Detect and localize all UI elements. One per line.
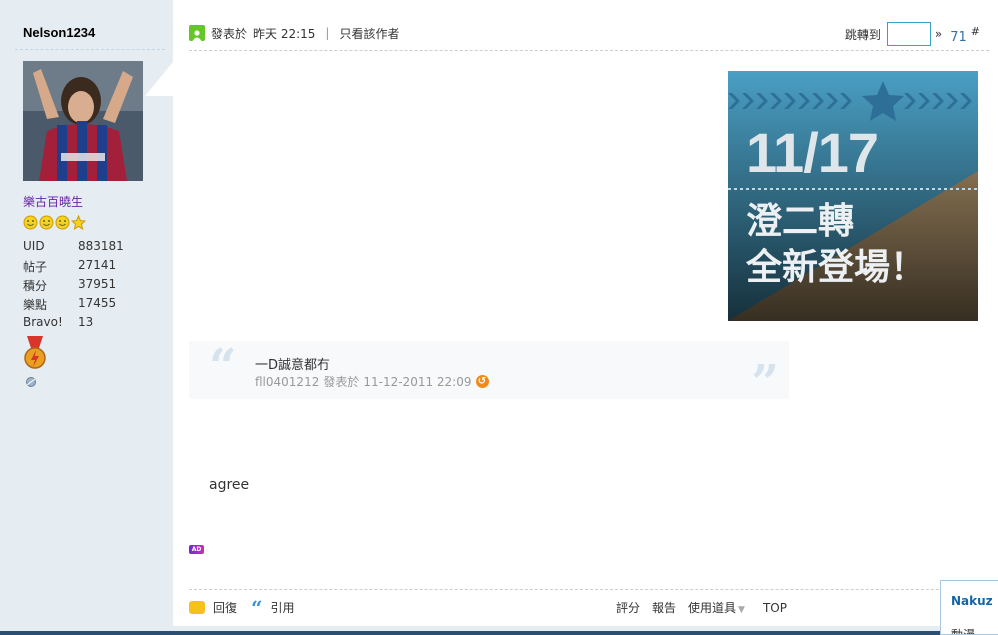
quote-time: 11-12-2011 22:09 (363, 374, 472, 389)
posted-time: 昨天 22:15 (253, 26, 316, 41)
chevron-down-icon: ▼ (738, 605, 745, 615)
globe-icon[interactable] (25, 376, 37, 388)
bottom-rule (0, 631, 998, 635)
quote-close-mark: ” (751, 355, 779, 411)
quote-button[interactable]: 引用 (271, 599, 295, 616)
reply-button[interactable]: 回復 (213, 599, 237, 616)
ad-badge[interactable]: AD (189, 545, 204, 554)
banner-line1: 澄二轉 (746, 201, 855, 242)
online-user-icon (189, 25, 205, 41)
stat-uid: UID 883181 (23, 239, 124, 253)
author-group[interactable]: 樂古百曉生 (23, 193, 83, 210)
stat-coins: 樂點 17455 (23, 296, 117, 312)
corner-widget[interactable]: Nakuz 動漫 (940, 580, 998, 635)
stat-posts: 帖子 27141 (23, 258, 117, 274)
quote-block: “ ” 一D誠意都冇 fll0401212 發表於 11-12-2011 22:… (189, 339, 789, 407)
stat-points: 積分 37951 (23, 277, 117, 293)
jump-input[interactable] (886, 22, 931, 46)
quote-icon[interactable]: “ (251, 598, 263, 618)
top-button[interactable]: TOP (763, 601, 787, 615)
header-divider (189, 50, 989, 51)
floor-hash: # (970, 24, 980, 38)
smiley-icon (55, 215, 70, 230)
corner-title[interactable]: Nakuz (951, 594, 993, 608)
jump-label: 跳轉到 (844, 27, 881, 42)
posted-prefix: 發表於 (211, 26, 248, 41)
post-actions-right: 評分 報告 使用道具 ▼ TOP (616, 599, 787, 616)
quote-author: fll0401212 (255, 374, 320, 389)
footer-divider (189, 589, 989, 590)
star-icon (71, 215, 86, 230)
report-button[interactable]: 報告 (652, 599, 676, 616)
tools-label[interactable]: 使用道具 (688, 601, 736, 615)
author-divider (15, 49, 165, 50)
avatar-pointer (145, 62, 173, 96)
quote-meta: fll0401212 發表於 11-12-2011 22:09 ↺ (255, 373, 489, 390)
reply-icon[interactable] (189, 601, 205, 614)
post-header: 發表於 昨天 22:15 | 只看該作者 (189, 22, 399, 44)
rank-stars (23, 215, 86, 230)
post-body: agree (209, 477, 250, 493)
banner-date: 11/17 (746, 121, 879, 184)
smiley-icon (39, 215, 54, 230)
avatar[interactable] (23, 61, 143, 181)
corner-subtitle: 動漫 (951, 628, 976, 635)
tools-menu[interactable]: 使用道具 ▼ (688, 599, 745, 616)
banner-ad[interactable]: 11/17 澄二轉 全新登場！ (728, 71, 978, 321)
stat-bravo: Bravo! 13 (23, 315, 94, 329)
jump-to-quote-icon[interactable]: ↺ (475, 375, 489, 388)
quote-posted-prefix: 發表於 (323, 375, 360, 389)
author-sidebar: Nelson1234 樂古百曉生 UID 883181 帖子 27141 積分 … (0, 0, 173, 635)
rate-button[interactable]: 評分 (616, 599, 640, 616)
author-name[interactable]: Nelson1234 (23, 25, 95, 40)
quote-text: 一D誠意都冇 (255, 358, 331, 373)
only-author-link[interactable]: 只看該作者 (339, 25, 399, 42)
quote-open-mark: “ (209, 339, 237, 395)
banner-line2: 全新登場！ (746, 247, 927, 288)
smiley-icon (23, 215, 38, 230)
jump-go-button[interactable]: » (935, 27, 942, 41)
avatar-image (23, 61, 143, 181)
floor-number[interactable]: 71 (950, 30, 967, 45)
post-actions-left: 回復 “ 引用 (189, 598, 295, 618)
jump-to-floor: 跳轉到 » 71 # (845, 22, 980, 46)
header-separator: | (325, 26, 330, 40)
medal-icon[interactable] (23, 336, 47, 372)
